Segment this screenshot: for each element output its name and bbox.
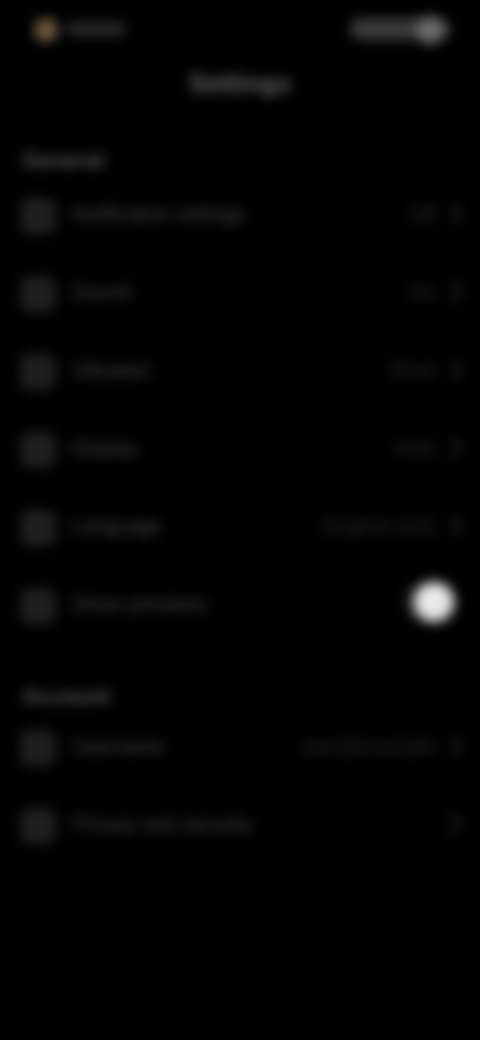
chevron-right-icon — [441, 436, 464, 459]
section-header-account: Account — [22, 684, 110, 709]
vibration-icon — [20, 354, 56, 390]
row-label: Sound — [72, 282, 130, 304]
settings-row-notifications[interactable]: Notification settings Off — [16, 186, 464, 246]
settings-screen: Settings General Notification settings O… — [0, 0, 480, 1040]
row-label: Username — [72, 736, 165, 758]
chevron-right-icon — [441, 358, 464, 381]
row-label: Show previews — [72, 594, 207, 616]
eye-icon — [20, 588, 56, 624]
settings-row-sound[interactable]: Sound On — [16, 264, 464, 324]
lock-icon — [20, 808, 56, 844]
row-label: Display — [72, 438, 138, 460]
user-icon — [20, 730, 56, 766]
row-label: Vibration — [72, 360, 151, 382]
chevron-right-icon — [441, 812, 464, 835]
show-previews-toggle[interactable] — [404, 582, 456, 622]
chevron-right-icon — [441, 734, 464, 757]
avatar-icon — [34, 18, 58, 42]
row-value: On — [409, 282, 436, 304]
row-value: English (US) — [323, 516, 436, 538]
speaker-icon — [20, 276, 56, 312]
row-label: Language — [72, 516, 161, 538]
settings-row-vibration[interactable]: Vibration Short — [16, 342, 464, 402]
bell-icon — [20, 198, 56, 234]
status-text — [66, 22, 126, 36]
chevron-right-icon — [441, 514, 464, 537]
settings-row-display[interactable]: Display Auto — [16, 420, 464, 480]
row-value: Auto — [394, 438, 436, 460]
row-value: Off — [409, 204, 436, 226]
globe-icon — [20, 510, 56, 546]
status-bar — [20, 12, 460, 48]
settings-row-show-previews: Show previews — [16, 576, 464, 636]
chevron-right-icon — [441, 280, 464, 303]
chevron-right-icon — [441, 202, 464, 225]
row-label: Privacy and security — [72, 814, 251, 836]
row-value: user@example — [301, 736, 436, 758]
toggle-knob — [414, 582, 454, 622]
settings-row-privacy[interactable]: Privacy and security — [16, 796, 464, 856]
row-value: Short — [388, 360, 436, 382]
settings-row-username[interactable]: Username user@example — [16, 718, 464, 778]
row-label: Notification settings — [72, 204, 246, 226]
status-indicators — [350, 16, 450, 44]
settings-row-language[interactable]: Language English (US) — [16, 498, 464, 558]
page-title: Settings — [188, 68, 292, 98]
display-icon — [20, 432, 56, 468]
section-header-general: General — [22, 148, 104, 173]
